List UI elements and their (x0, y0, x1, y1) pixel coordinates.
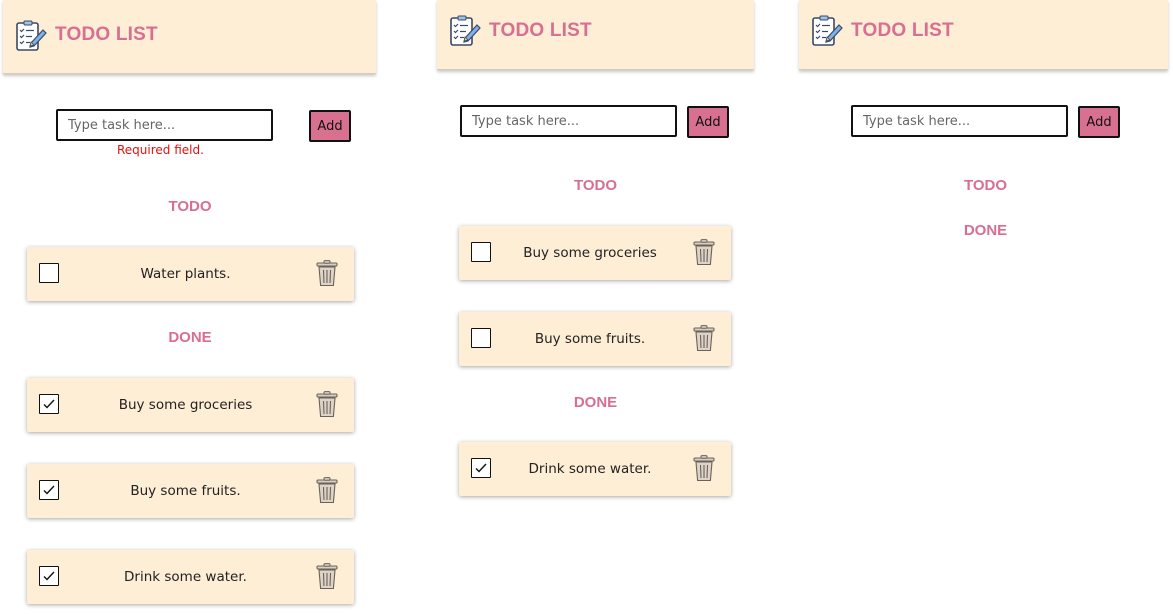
task-card: Buy some fruits. (459, 312, 731, 366)
section-title-done: DONE (573, 394, 618, 411)
task-checkbox[interactable] (39, 480, 59, 500)
error-message: Required field. (117, 143, 204, 157)
task-input[interactable] (460, 105, 677, 137)
todo-app-panel-2: TODO LIST Add TODO Buy some groceries Bu… (437, 0, 754, 614)
todo-app-panel-1: TODO LIST Add Required field. TODO Water… (3, 0, 376, 614)
task-checkbox[interactable] (471, 458, 491, 478)
app-title: TODO LIST (489, 20, 592, 41)
task-input[interactable] (851, 105, 1068, 137)
trash-icon[interactable] (693, 239, 715, 266)
task-input[interactable] (56, 109, 273, 141)
task-checkbox[interactable] (39, 566, 59, 586)
checkmark-icon (43, 571, 55, 581)
section-title-done: DONE (168, 329, 212, 346)
checklist-pencil-icon (450, 15, 481, 46)
task-checkbox[interactable] (471, 328, 491, 348)
task-card: Water plants. (27, 247, 354, 301)
task-card: Buy some groceries (27, 378, 354, 432)
section-title-done: DONE (963, 222, 1008, 239)
app-header: TODO LIST (437, 0, 754, 70)
trash-icon[interactable] (693, 325, 715, 352)
task-checkbox[interactable] (39, 263, 59, 283)
app-header: TODO LIST (799, 0, 1168, 70)
add-button[interactable]: Add (1078, 106, 1120, 138)
trash-icon[interactable] (316, 477, 338, 504)
app-title: TODO LIST (55, 24, 158, 45)
trash-icon[interactable] (316, 391, 338, 418)
task-label: Buy some groceries (118, 397, 253, 413)
trash-icon[interactable] (693, 455, 715, 482)
section-title-todo: TODO (573, 177, 618, 194)
add-button[interactable]: Add (687, 106, 729, 138)
task-label: Drink some water. (528, 461, 652, 477)
task-card: Drink some water. (27, 550, 354, 604)
checkmark-icon (43, 485, 55, 495)
task-checkbox[interactable] (39, 394, 59, 414)
section-title-todo: TODO (168, 198, 212, 215)
task-label: Buy some groceries (523, 245, 657, 261)
todo-app-panel-3: TODO LIST Add TODO DONE (799, 0, 1168, 614)
task-card: Buy some fruits. (27, 464, 354, 518)
checklist-pencil-icon (812, 15, 843, 46)
section-title-todo: TODO (963, 177, 1008, 194)
task-card: Drink some water. (459, 442, 731, 496)
trash-icon[interactable] (316, 260, 338, 287)
task-label: Buy some fruits. (534, 331, 646, 347)
task-label: Water plants. (140, 266, 231, 282)
checkmark-icon (475, 463, 487, 473)
task-card: Buy some groceries (459, 226, 731, 280)
task-label: Drink some water. (124, 569, 247, 585)
trash-icon[interactable] (316, 563, 338, 590)
app-title: TODO LIST (851, 20, 954, 41)
add-button[interactable]: Add (309, 110, 351, 142)
checklist-pencil-icon (16, 20, 47, 51)
task-label: Buy some fruits. (130, 483, 241, 499)
app-header: TODO LIST (3, 0, 376, 74)
checkmark-icon (43, 399, 55, 409)
task-checkbox[interactable] (471, 242, 491, 262)
